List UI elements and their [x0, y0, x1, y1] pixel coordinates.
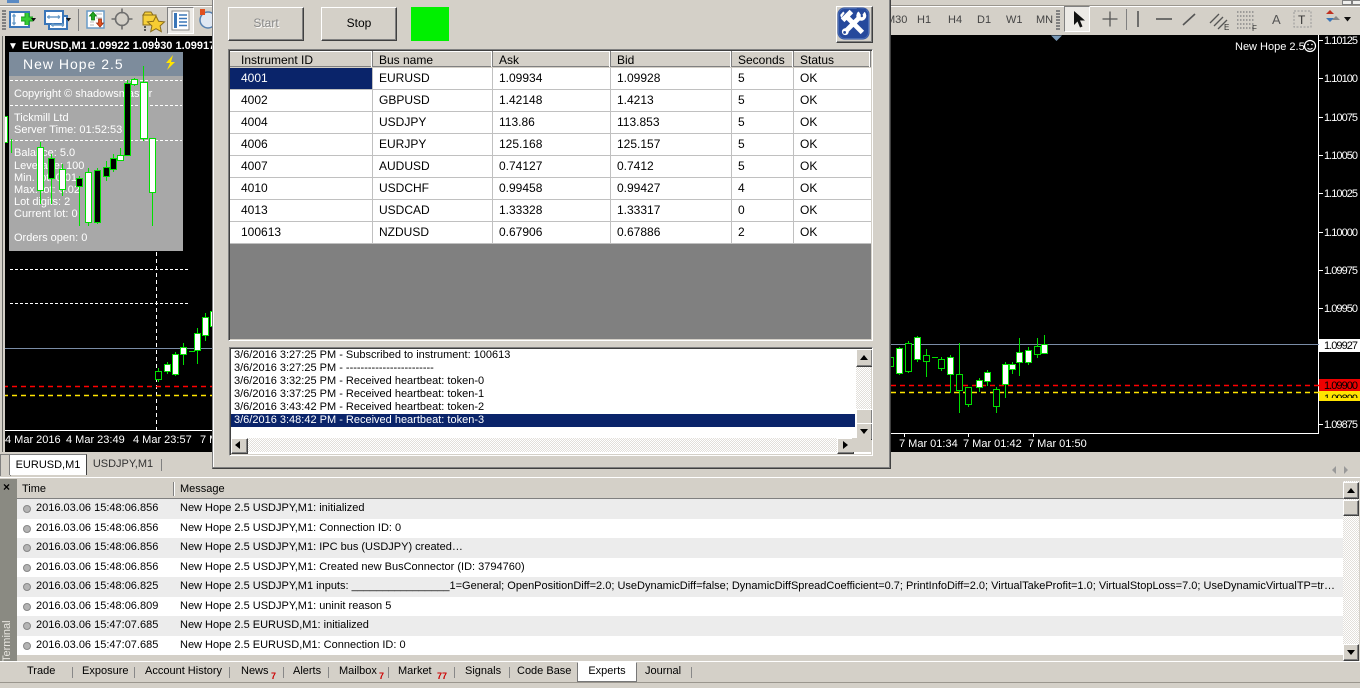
svg-text:1.09950: 1.09950 — [1324, 303, 1358, 315]
svg-text:D1: D1 — [977, 14, 991, 26]
svg-text:F: F — [1252, 24, 1257, 33]
svg-text:W1: W1 — [1006, 14, 1023, 26]
svg-text:Balance: 5.0: Balance: 5.0 — [14, 147, 75, 159]
svg-text:Orders open: 0: Orders open: 0 — [14, 232, 87, 244]
svg-text:Max. lot: 0.02: Max. lot: 0.02 — [14, 184, 80, 196]
svg-text:1.09900: 1.09900 — [1324, 380, 1358, 392]
svg-text:Server Time: 01:52:53: Server Time: 01:52:53 — [14, 124, 122, 136]
svg-text:T: T — [1298, 13, 1306, 27]
svg-text:7 Mar 01:34: 7 Mar 01:34 — [899, 438, 958, 450]
svg-text:New Hope 2.5: New Hope 2.5 — [1235, 41, 1305, 53]
svg-text:1.09975: 1.09975 — [1324, 265, 1358, 277]
svg-text:MN: MN — [1036, 14, 1053, 26]
svg-text:Copyright © shadowsmaster: Copyright © shadowsmaster — [14, 88, 153, 100]
svg-text:4 Mar 23:57: 4 Mar 23:57 — [133, 434, 192, 446]
svg-text:Tickmill Ltd: Tickmill Ltd — [14, 112, 69, 124]
svg-text:1.10050: 1.10050 — [1324, 150, 1358, 162]
svg-text:Min. lot: 0.01: Min. lot: 0.01 — [14, 172, 77, 184]
svg-text:H1: H1 — [917, 14, 931, 26]
svg-text:▼: ▼ — [8, 41, 18, 52]
svg-text:4 Mar 2016: 4 Mar 2016 — [5, 434, 61, 446]
svg-text:7 Mar 01:42: 7 Mar 01:42 — [963, 438, 1022, 450]
svg-text:1.10075: 1.10075 — [1324, 112, 1358, 124]
svg-text:1.10100: 1.10100 — [1324, 73, 1358, 85]
svg-text:1.09927: 1.09927 — [1324, 340, 1358, 352]
svg-text:New Hope 2.5: New Hope 2.5 — [23, 56, 124, 72]
svg-text:1.10025: 1.10025 — [1324, 188, 1358, 200]
svg-text:4 Mar 23:49: 4 Mar 23:49 — [66, 434, 125, 446]
svg-text:Lot digits: 2: Lot digits: 2 — [14, 196, 70, 208]
svg-text:E: E — [1224, 23, 1229, 32]
svg-text:1.10125: 1.10125 — [1324, 35, 1358, 47]
svg-text:A: A — [1272, 12, 1281, 27]
svg-text:Current lot: 0: Current lot: 0 — [14, 208, 78, 220]
svg-text:7 Mar 01:50: 7 Mar 01:50 — [1028, 438, 1087, 450]
svg-text:1.10000: 1.10000 — [1324, 227, 1358, 239]
svg-text:H4: H4 — [948, 14, 962, 26]
svg-text:1.09875: 1.09875 — [1324, 419, 1358, 431]
svg-text:EURUSD,M1 1.09922 1.09930 1.0: EURUSD,M1 1.09922 1.09930 1.09917 1.099 — [22, 40, 216, 52]
